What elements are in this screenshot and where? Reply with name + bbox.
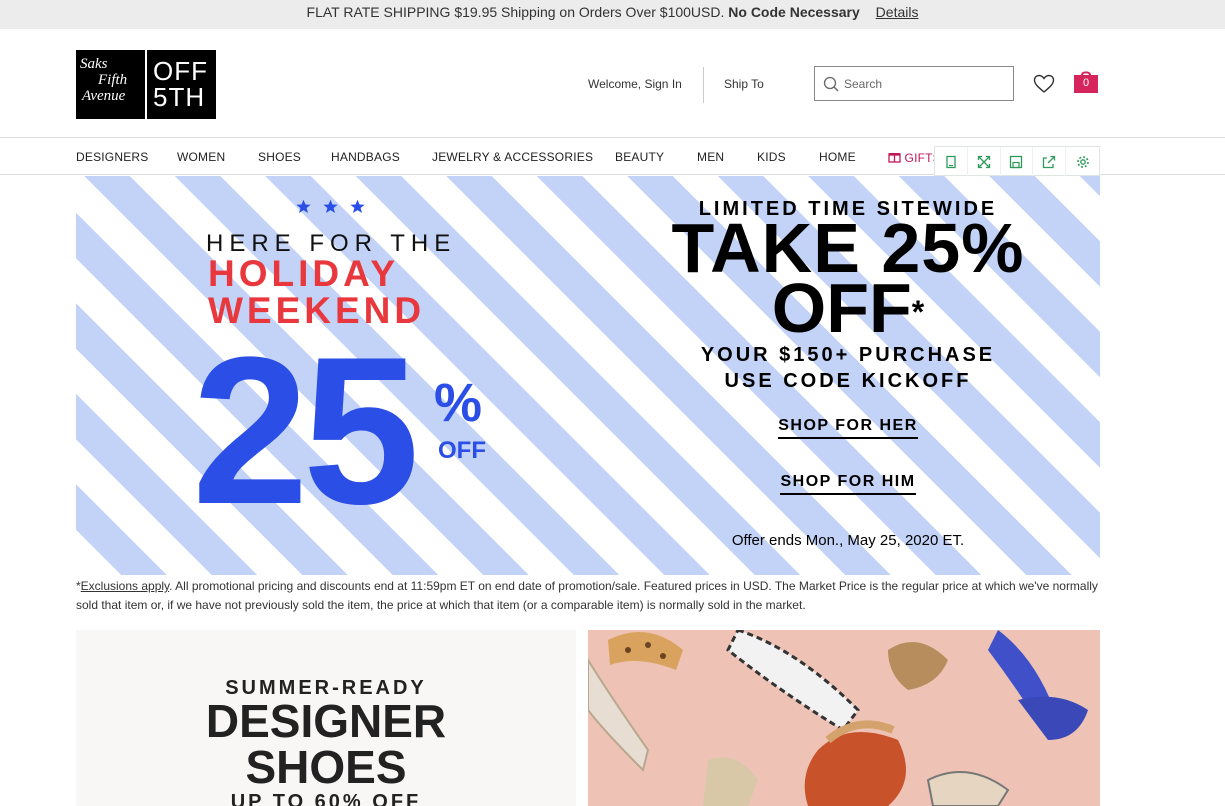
shop-for-him-link[interactable]: SHOP FOR HIM xyxy=(780,473,916,495)
nav-shoes[interactable]: SHOES xyxy=(258,150,301,164)
page-icon xyxy=(946,155,956,169)
nav-gifts[interactable]: GIFTS xyxy=(888,150,941,165)
stars-decoration xyxy=(296,199,365,214)
percent-off-label: OFF xyxy=(438,437,486,464)
off-asterisk: * xyxy=(911,294,925,330)
header-divider xyxy=(703,67,704,103)
search-input[interactable] xyxy=(844,76,1004,91)
nav-beauty[interactable]: BEAUTY xyxy=(615,150,664,164)
browser-extension-toolbar xyxy=(934,146,1100,177)
purchase-line: YOUR $150+ PURCHASE xyxy=(700,344,996,366)
logo-line: Fifth xyxy=(98,72,128,88)
holiday-sale-hero-banner[interactable]: HERE FOR THE HOLIDAY WEEKEND 25 % OFF LI… xyxy=(76,176,1100,575)
page-icon-button[interactable] xyxy=(935,147,968,177)
star-icon xyxy=(323,199,338,214)
designer-shoes-promo[interactable]: SUMMER-READY DESIGNER SHOES UP TO 60% OF… xyxy=(76,630,576,806)
details-link[interactable]: Details xyxy=(876,4,919,20)
saks-logo: Saks Fifth Avenue xyxy=(76,50,145,119)
ship-to-link[interactable]: Ship To xyxy=(724,77,764,91)
promo-bar: FLAT RATE SHIPPING $19.95 Shipping on Or… xyxy=(0,0,1225,29)
expand-icon xyxy=(977,155,990,169)
nav-jewelry-accessories[interactable]: JEWELRY & ACCESSORIES xyxy=(432,150,593,164)
designer-heading: DESIGNER xyxy=(205,695,447,747)
purchase-code-text: YOUR $150+ PURCHASE USE CODE KICKOFF xyxy=(636,342,1060,394)
logo-line: OFF xyxy=(153,56,208,86)
shop-for-him-container: SHOP FOR HIM xyxy=(636,473,1060,495)
gear-icon xyxy=(1076,156,1089,168)
logo-line: 5TH xyxy=(153,82,206,112)
share-icon xyxy=(1043,155,1056,169)
nav-designers[interactable]: DESIGNERS xyxy=(76,150,148,164)
big-25-number: 25 xyxy=(192,313,420,548)
off-text: OFF xyxy=(771,269,912,347)
nav-kids[interactable]: KIDS xyxy=(757,150,786,164)
disclaimer-text: . All promotional pricing and discounts … xyxy=(76,579,1098,612)
save-icon-button[interactable] xyxy=(1001,147,1034,177)
wishlist-heart-icon[interactable] xyxy=(1033,74,1055,94)
logo-line: Saks xyxy=(80,56,108,72)
promo-text: FLAT RATE SHIPPING $19.95 Shipping on Or… xyxy=(306,4,725,20)
up-to-60-off-text: UP TO 60% OFF xyxy=(230,791,422,806)
exclusions-apply-link[interactable]: Exclusions apply xyxy=(81,579,170,593)
off-heading: OFF* xyxy=(636,273,1060,343)
shop-for-her-container: SHOP FOR HER xyxy=(636,417,1060,439)
site-header: Saks Fifth Avenue OFF 5TH Welcome, Sign … xyxy=(0,29,1225,138)
holiday-heading: HOLIDAY xyxy=(208,253,400,294)
sign-in-link[interactable]: Welcome, Sign In xyxy=(588,77,682,91)
settings-icon-button[interactable] xyxy=(1066,147,1099,177)
nav-handbags[interactable]: HANDBAGS xyxy=(331,150,400,164)
percent-sign: % xyxy=(434,373,483,433)
saks-off5th-logo[interactable]: Saks Fifth Avenue OFF 5TH xyxy=(76,50,216,119)
promo-bold-text: No Code Necessary xyxy=(728,4,860,20)
nav-women[interactable]: WOMEN xyxy=(177,150,225,164)
shopping-bag-button[interactable]: 0 xyxy=(1074,69,1098,98)
logo-line: Avenue xyxy=(82,88,126,104)
main-nav: DESIGNERS WOMEN SHOES HANDBAGS JEWELRY &… xyxy=(0,138,1225,177)
search-box[interactable] xyxy=(814,66,1014,101)
star-icon xyxy=(296,199,311,214)
shop-for-her-link[interactable]: SHOP FOR HER xyxy=(778,417,918,439)
share-icon-button[interactable] xyxy=(1033,147,1067,177)
gift-icon xyxy=(888,153,901,163)
nav-men[interactable]: MEN xyxy=(697,150,724,164)
promo-disclaimer: *Exclusions apply. All promotional prici… xyxy=(76,577,1106,615)
offer-ends-text: Offer ends Mon., May 25, 2020 ET. xyxy=(731,532,965,549)
shoes-photo xyxy=(588,630,1100,806)
code-line: USE CODE KICKOFF xyxy=(724,370,972,392)
search-icon xyxy=(823,76,839,91)
shoes-heading: SHOES xyxy=(245,741,407,793)
bag-count: 0 xyxy=(1082,77,1090,89)
save-icon xyxy=(1010,155,1023,169)
designer-shoes-image[interactable] xyxy=(588,630,1100,806)
off5th-logo: OFF 5TH xyxy=(147,50,216,119)
expand-icon-button[interactable] xyxy=(968,147,1001,177)
nav-home[interactable]: HOME xyxy=(819,150,856,164)
star-icon xyxy=(350,199,365,214)
